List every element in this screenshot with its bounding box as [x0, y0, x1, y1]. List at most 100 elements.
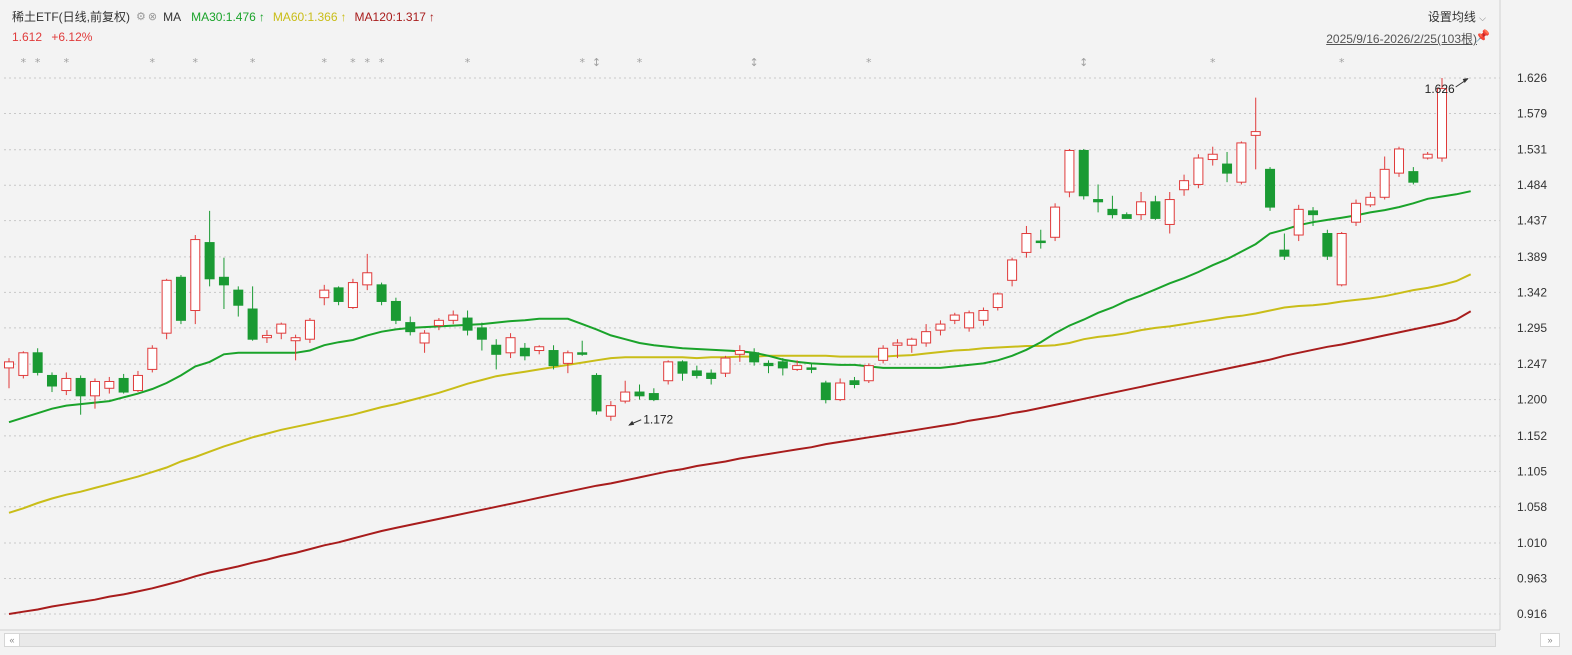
event-marker: * [465, 56, 471, 69]
candle [935, 320, 946, 336]
candle-body [562, 352, 573, 364]
candle [1136, 191, 1147, 220]
candle-body [634, 391, 645, 397]
candle [978, 307, 989, 326]
candle [577, 340, 588, 356]
candle-body [132, 374, 143, 392]
candle-body [1422, 153, 1433, 159]
candle [390, 297, 401, 325]
candle-body [1050, 206, 1061, 238]
candle-body [75, 377, 86, 397]
candle-body [1121, 214, 1132, 219]
candle-body [1336, 233, 1347, 286]
candle [1236, 141, 1247, 185]
candle [878, 345, 889, 364]
candle-body [247, 308, 258, 340]
event-marker: ↕ [1079, 56, 1088, 69]
candle-body [921, 331, 932, 344]
candle-body [89, 380, 100, 397]
candle [333, 286, 344, 306]
candle-body [1021, 233, 1032, 253]
candle [462, 310, 473, 336]
y-tick-label: 1.010 [1517, 536, 1547, 550]
candle-body [1265, 168, 1276, 208]
candle [75, 375, 86, 415]
candle-body [18, 352, 29, 376]
horizontal-scrollbar[interactable]: « [4, 633, 1496, 647]
candle [233, 286, 244, 317]
y-tick-label: 1.105 [1517, 464, 1547, 478]
candle-body [1322, 233, 1333, 257]
candle [763, 360, 774, 374]
event-marker: * [21, 56, 27, 69]
event-marker: ↕ [750, 56, 759, 69]
candle-body [1093, 199, 1104, 203]
event-marker: * [150, 56, 156, 69]
candle [491, 339, 502, 370]
candle-body [906, 338, 917, 346]
candle-body [863, 365, 874, 382]
candle-body [1078, 149, 1089, 197]
candle [1093, 184, 1104, 213]
candle-body [333, 287, 344, 302]
candle [548, 345, 559, 370]
candle-body [261, 334, 272, 339]
candle-body [462, 317, 473, 331]
event-marker: * [866, 56, 872, 69]
candle-body [519, 347, 530, 357]
candle [419, 330, 430, 353]
candle-body [749, 352, 760, 363]
candle [118, 373, 129, 394]
candle-body [1408, 171, 1419, 183]
candle-body [448, 314, 459, 321]
candle-body [605, 405, 616, 417]
candle-body [218, 276, 229, 286]
candle [749, 348, 760, 366]
candle [648, 388, 659, 402]
candle-body [677, 361, 688, 374]
candle-body [362, 272, 373, 286]
candle [949, 312, 960, 325]
candle-body [1250, 131, 1261, 136]
scroll-left-icon[interactable]: « [5, 634, 20, 646]
event-marker: * [637, 56, 643, 69]
candle-body [405, 322, 416, 333]
y-tick-label: 1.152 [1517, 429, 1547, 443]
event-marker: ↕ [592, 56, 601, 69]
candlestick-chart[interactable]: * * * * * * * * * * * * ↕ * ↕ * ↕ * * 1.172 1.626 1.626 1.57… [0, 0, 1572, 655]
candle-body [1107, 208, 1118, 216]
low-annotation: 1.172 [643, 413, 673, 427]
candle-body [820, 382, 831, 401]
candle [89, 378, 100, 409]
candle-body [1365, 196, 1376, 206]
candle-body [204, 242, 215, 280]
candle [1222, 151, 1233, 183]
candle-body [734, 350, 745, 355]
candle [46, 372, 57, 393]
candle-body [1007, 259, 1018, 281]
y-tick-label: 1.295 [1517, 321, 1547, 335]
candle [290, 334, 301, 361]
candle-body [849, 380, 860, 386]
candle [1078, 148, 1089, 200]
candle-body [1150, 201, 1161, 219]
candle-body [806, 367, 817, 370]
candle-body [1164, 199, 1175, 225]
candle [319, 284, 330, 306]
candle [1150, 195, 1161, 220]
candle-body [878, 347, 889, 361]
candle-body [505, 337, 516, 354]
event-marker: * [193, 56, 199, 69]
candle [276, 322, 287, 340]
candle [1365, 191, 1376, 208]
candle-body [1207, 153, 1218, 161]
candle [677, 360, 688, 381]
annotation-arrowhead [628, 420, 635, 426]
event-marker: * [350, 56, 356, 69]
candle [1322, 229, 1333, 260]
candle [706, 369, 717, 385]
scroll-right-icon[interactable]: » [1540, 633, 1560, 647]
candle [863, 363, 874, 383]
candle [691, 365, 702, 379]
candle [1021, 225, 1032, 258]
